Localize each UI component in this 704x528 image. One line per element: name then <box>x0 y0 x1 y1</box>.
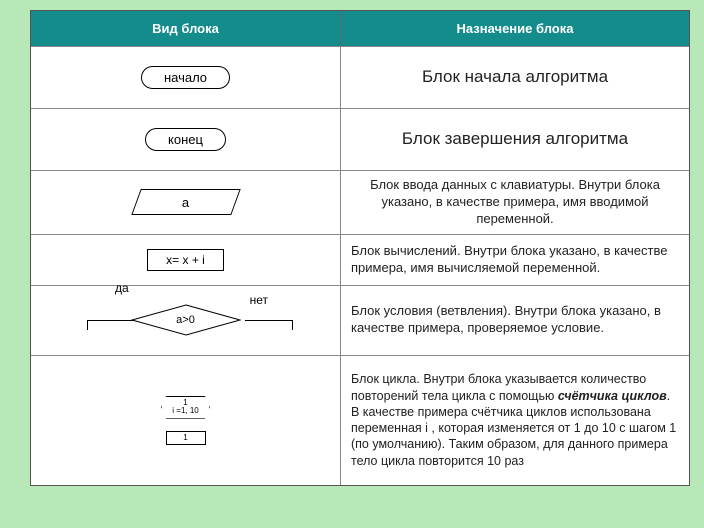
yes-label: да <box>115 281 129 295</box>
desc-text: Блок завершения алгоритма <box>341 109 689 170</box>
desc-text: Блок условия (ветвления). Внутри блока у… <box>341 286 689 355</box>
loop-body-label: 1 <box>183 433 187 442</box>
shape-label: a>0 <box>176 314 195 326</box>
shape-label: a <box>182 195 189 210</box>
table-header: Вид блока Назначение блока <box>31 11 689 46</box>
desc-text: Блок цикла. Внутри блока указывается кол… <box>341 356 689 485</box>
table-row: начало Блок начала алгоритма <box>31 46 689 108</box>
table-row: 1 i =1, 10 1 Блок цикла. Внутри блока ук… <box>31 355 689 485</box>
loop-counter-label: i =1, 10 <box>172 407 198 415</box>
shape-label: конец <box>168 132 203 147</box>
loop-hex: 1 i =1, 10 <box>161 396 209 419</box>
header-col-desc: Назначение блока <box>341 11 689 46</box>
no-label: нет <box>250 293 268 307</box>
io-block: a <box>131 189 240 215</box>
shape-label: начало <box>164 70 207 85</box>
desc-text: Блок вычислений. Внутри блока указано, в… <box>341 235 689 285</box>
table-row: x= x + i Блок вычислений. Внутри блока у… <box>31 234 689 285</box>
table-row: да нет a>0 Блок условия (ветвления). Вну… <box>31 285 689 355</box>
flowchart-table: Вид блока Назначение блока начало Блок н… <box>30 10 690 486</box>
header-col-shape: Вид блока <box>31 11 341 46</box>
table-row: конец Блок завершения алгоритма <box>31 108 689 170</box>
shape-label: x= x + i <box>166 253 205 267</box>
loop-body: 1 <box>166 431 206 445</box>
decision-block: да нет a>0 <box>35 295 336 345</box>
desc-text: Блок начала алгоритма <box>341 47 689 108</box>
terminator-end: конец <box>145 128 226 151</box>
loop-block: 1 i =1, 10 1 <box>161 396 209 445</box>
desc-text: Блок ввода данных с клавиатуры. Внутри б… <box>341 171 689 234</box>
terminator-start: начало <box>141 66 230 89</box>
process-block: x= x + i <box>147 249 224 271</box>
table-row: a Блок ввода данных с клавиатуры. Внутри… <box>31 170 689 234</box>
